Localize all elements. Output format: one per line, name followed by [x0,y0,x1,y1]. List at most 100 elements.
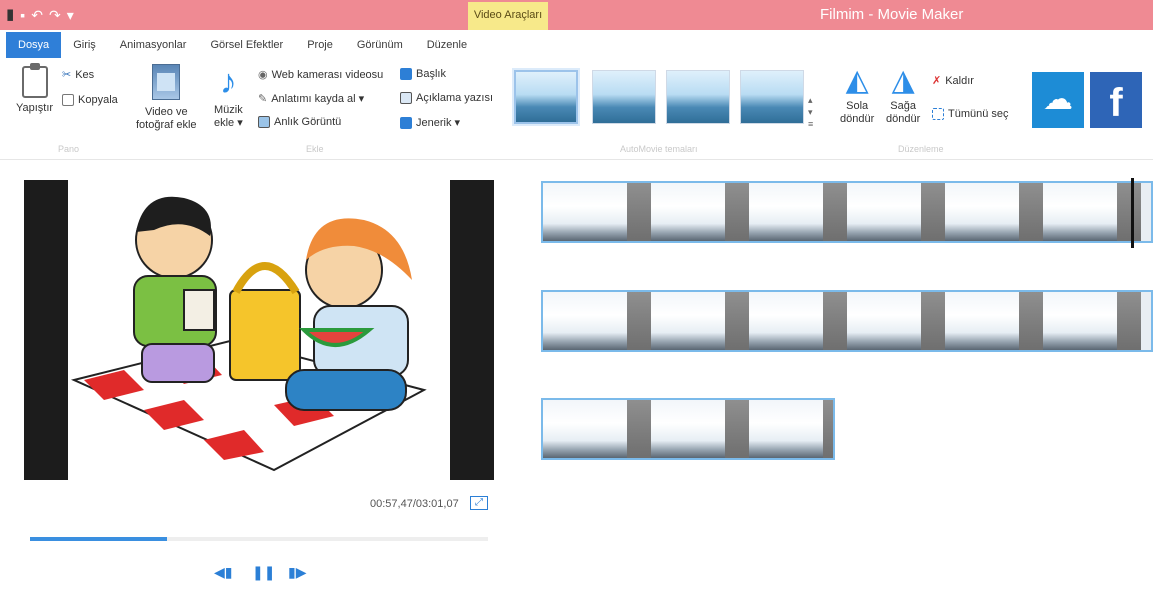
video-frame [847,292,921,350]
credits-icon [400,116,412,129]
rotate-right-button[interactable]: ◮ Sağa döndür [886,66,920,126]
video-frame [823,400,833,458]
add-group-label: Ekle [306,144,324,154]
automovie-theme-4[interactable] [740,70,804,124]
rotate-left-button[interactable]: ◭ Sola döndür [840,66,874,126]
ribbon-tabs: Dosya Giriş Animasyonlar Görsel Efektler… [0,32,1153,58]
onedrive-icon[interactable]: ☁ [1032,72,1084,128]
previous-frame-icon[interactable]: ◀▮ [214,564,232,581]
storyboard-strip-2[interactable] [541,290,1153,352]
tab-project[interactable]: Proje [295,32,345,58]
title-label: Başlık [416,68,446,80]
playback-time: 00:57,47/03:01,07 [370,498,459,510]
video-frame [651,183,725,241]
snapshot-button[interactable]: Anlık Görüntü [258,116,341,128]
copy-button[interactable]: Kopyala [62,94,118,106]
undo-icon[interactable]: ↶ [31,6,43,24]
rotate-left-label-2: döndür [840,113,875,125]
fullscreen-icon[interactable]: ⤢ [470,496,488,510]
select-all-button[interactable]: Tümünü seç [932,108,1009,120]
clipboard-group-label: Pano [58,144,80,154]
redo-icon[interactable]: ↷ [49,6,61,24]
tab-file[interactable]: Dosya [6,32,62,58]
video-frame [1043,183,1117,241]
select-all-icon [932,108,944,120]
ribbon: Yapıştır ✂ Kes Kopyala Pano Video ve fot… [0,58,1153,160]
themes-scroll-arrows[interactable]: ▴ ▾ ≡ [808,94,813,130]
rotate-right-label-2: döndür [886,113,921,125]
video-frame [1117,292,1141,350]
seek-bar-progress [30,537,168,541]
webcam-label: Web kamerası videosu [271,68,384,81]
video-frame [945,183,1019,241]
video-frame [1117,183,1141,241]
save-icon[interactable]: ▪ [20,6,25,24]
music-note-icon: ♪ [219,63,237,101]
quick-access-toolbar: ▮ ▪ ↶ ↷ ▾ [6,6,74,24]
copy-icon [62,94,74,106]
title-bar: ▮ ▪ ↶ ↷ ▾ Video Araçları Filmim - Movie … [0,0,1153,30]
copy-label: Kopyala [78,94,118,106]
select-all-label: Tümünü seç [948,108,1009,120]
facebook-icon[interactable]: f [1090,72,1142,128]
video-frame [543,183,627,241]
video-frame [543,292,627,350]
video-frame [945,292,1019,350]
video-frame [627,183,651,241]
video-frame [749,183,823,241]
playhead[interactable] [1131,178,1134,248]
title-icon [400,68,412,80]
title-button[interactable]: Başlık [400,68,446,80]
clipboard-icon [21,63,48,98]
remove-button[interactable]: ✗ Kaldır [932,74,974,88]
customize-qat-icon[interactable]: ▾ [67,6,74,24]
add-music-label-1: Müzik [214,104,243,116]
video-frame [725,183,749,241]
rotate-left-icon: ◭ [845,64,869,97]
rotate-right-label-1: Sağa [890,100,916,112]
video-frame [847,183,921,241]
storyboard-strip-1[interactable] [541,181,1153,243]
seek-bar[interactable] [30,537,488,541]
video-frame [627,400,651,458]
rotate-right-icon: ◮ [891,64,915,97]
video-frame [1019,183,1043,241]
video-tools-context-tab[interactable]: Video Araçları [468,2,548,30]
app-icon[interactable]: ▮ [6,6,14,24]
credits-button[interactable]: Jenerik ▾ [400,116,460,129]
record-narration-button[interactable]: ✎ Anlatımı kayda al ▾ [258,92,364,105]
video-frame [1043,292,1117,350]
video-frame [823,292,847,350]
tab-edit[interactable]: Düzenle [415,32,479,58]
caption-button[interactable]: Açıklama yazısı [400,92,493,104]
add-music-button[interactable]: ♪ Müzik ekle ▾ [214,64,243,130]
automovie-theme-1[interactable] [514,70,578,124]
automovie-theme-2[interactable] [592,70,656,124]
cut-button[interactable]: ✂ Kes [62,68,94,82]
narration-label: Anlatımı kayda al ▾ [271,93,365,105]
video-frame [543,400,627,458]
next-frame-icon[interactable]: ▮▶ [288,564,306,581]
rotate-left-label-1: Sola [846,100,869,112]
window-title: Filmim - Movie Maker [820,6,964,23]
credits-label: Jenerik ▾ [416,117,461,129]
film-icon [152,64,181,100]
tab-visual-effects[interactable]: Görsel Efektler [198,32,295,58]
tab-animations[interactable]: Animasyonlar [108,32,199,58]
video-frame [823,183,847,241]
webcam-icon: ◉ [258,69,268,81]
pause-icon[interactable]: ❚❚ [252,564,275,581]
paste-button[interactable]: Yapıştır [16,63,54,115]
webcam-video-button[interactable]: ◉ Web kamerası videosu [258,68,384,82]
add-video-photo-button[interactable]: Video ve fotoğraf ekle [136,64,197,132]
snapshot-icon [258,116,270,128]
tab-home[interactable]: Giriş [61,32,108,58]
video-frame [921,183,945,241]
tab-view[interactable]: Görünüm [345,32,415,58]
paste-label: Yapıştır [16,102,54,114]
storyboard-strip-3[interactable] [541,398,835,460]
video-frame [921,292,945,350]
automovie-theme-3[interactable] [666,70,730,124]
video-frame [749,292,823,350]
caption-label: Açıklama yazısı [416,92,494,104]
